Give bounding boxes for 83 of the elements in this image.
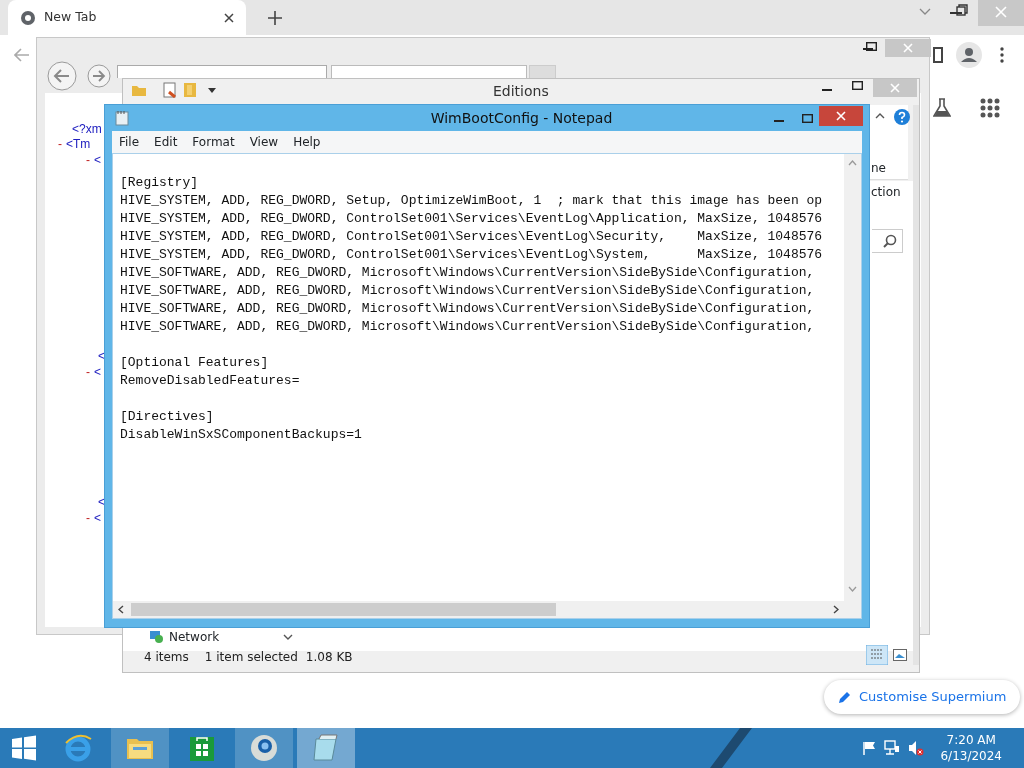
- scroll-left-icon[interactable]: [118, 605, 124, 614]
- text-line: HIVE_SYSTEM, ADD, REG_DWORD, ControlSet001\Services\EventLog\Application, MaxSize, 1048576: [120, 210, 824, 228]
- menu-item[interactable]: Format: [185, 133, 243, 151]
- scroll-right-icon[interactable]: [833, 605, 839, 614]
- properties-icon[interactable]: [163, 82, 177, 98]
- text-line: [Registry]: [120, 174, 199, 192]
- flag-icon[interactable]: [862, 741, 877, 755]
- maximize-icon[interactable]: [802, 113, 813, 123]
- xml-tag: <Tm: [66, 135, 91, 153]
- xml-tag: <: [98, 493, 105, 511]
- text-line: [Optional Features]: [120, 354, 270, 372]
- help-icon[interactable]: [894, 109, 910, 125]
- text-line: HIVE_SOFTWARE, ADD, REG_DWORD, Microsoft\Windows\CurrentVersion\SideBySide\Configuration,: [120, 264, 816, 282]
- menu-item[interactable]: View: [242, 133, 287, 151]
- ribbon-label[interactable]: ne: [871, 159, 901, 177]
- notepad-icon: [115, 110, 129, 126]
- text-line: [Directives]: [120, 408, 215, 426]
- thumbnails-view-icon[interactable]: [893, 649, 907, 661]
- search-icon: [883, 234, 897, 248]
- window-title: Editions: [493, 82, 549, 101]
- window-title: WimBootConfig - Notepad: [429, 108, 614, 128]
- text-line: HIVE_SYSTEM, ADD, REG_DWORD, Setup, OptimizeWimBoot, 1 ; mark that this image has been op: [120, 192, 824, 210]
- status-text: 1 item selected: [204, 649, 298, 666]
- xml-tag: <: [94, 151, 101, 169]
- status-text: 1.08 KB: [305, 649, 353, 666]
- restore-icon[interactable]: [956, 4, 968, 16]
- collapse-toggle[interactable]: -: [86, 509, 90, 527]
- new-tab-icon[interactable]: [268, 11, 282, 25]
- apps-grid-icon[interactable]: [980, 98, 1000, 118]
- taskbar-button[interactable]: [235, 728, 293, 768]
- clock-date[interactable]: 6/13/2024: [940, 748, 1002, 764]
- speaker-muted-icon[interactable]: [908, 740, 925, 756]
- close-icon[interactable]: [224, 12, 234, 23]
- text-line: HIVE_SOFTWARE, ADD, REG_DWORD, Microsoft\Windows\CurrentVersion\SideBySide\Configuration,: [120, 318, 816, 336]
- flask-icon[interactable]: [933, 98, 951, 118]
- browser-tab[interactable]: New Tab: [8, 0, 246, 35]
- tab-title: New Tab: [44, 8, 98, 27]
- address-field[interactable]: [117, 65, 327, 78]
- menu-item[interactable]: Edit: [147, 133, 186, 151]
- menu-icon[interactable]: [1000, 47, 1004, 63]
- browser-logo-icon: [20, 9, 36, 26]
- pencil-icon: [838, 690, 851, 704]
- scrollbar-thumb[interactable]: [131, 603, 556, 616]
- chevron-down-icon[interactable]: [919, 8, 931, 16]
- text-line: HIVE_SYSTEM, ADD, REG_DWORD, ControlSet001\Services\EventLog\Security, MaxSize, 1048576: [120, 228, 824, 246]
- maximize-icon[interactable]: [866, 42, 877, 51]
- extension-icon[interactable]: [933, 47, 943, 63]
- text-line: DisableWinSxSComponentBackups=1: [120, 426, 363, 444]
- xml-tag: <: [94, 509, 101, 527]
- nav-item[interactable]: Network: [169, 628, 220, 646]
- wallpaper-stripe-drawing: [710, 728, 752, 768]
- ribbon-label[interactable]: ction: [871, 183, 901, 201]
- text-line: HIVE_SYSTEM, ADD, REG_DWORD, ControlSet001\Services\EventLog\System, MaxSize, 1048576: [120, 246, 824, 264]
- xml-tag: <: [98, 347, 105, 365]
- menu-item[interactable]: File: [112, 133, 148, 151]
- profile-icon[interactable]: [956, 42, 982, 68]
- text-line: RemoveDisabledFeatures=: [120, 372, 301, 390]
- text-line: HIVE_SOFTWARE, ADD, REG_DWORD, Microsoft\Windows\CurrentVersion\SideBySide\Configuration,: [120, 282, 816, 300]
- clock-time[interactable]: 7:20 AM: [940, 732, 1002, 748]
- expand-caret-icon[interactable]: [283, 634, 294, 640]
- start-icon[interactable]: [11, 735, 37, 761]
- xml-tag: <?xm: [72, 120, 102, 138]
- taskbar-button[interactable]: [111, 728, 169, 768]
- back-arrow-icon[interactable]: [14, 48, 30, 62]
- scroll-up-icon[interactable]: [848, 160, 857, 166]
- status-text: 4 items: [144, 649, 189, 666]
- network-icon[interactable]: [884, 740, 901, 756]
- collapse-toggle[interactable]: -: [58, 135, 62, 153]
- search-field[interactable]: [872, 229, 903, 253]
- menu-item[interactable]: Help: [286, 133, 329, 151]
- back-button-icon[interactable]: [47, 61, 77, 91]
- collapse-caret-icon[interactable]: [875, 113, 885, 119]
- network-icon: [149, 630, 165, 644]
- maximize-icon[interactable]: [852, 81, 863, 90]
- collapse-toggle[interactable]: -: [86, 363, 90, 381]
- scroll-down-icon[interactable]: [848, 586, 857, 592]
- notepad-icon: [311, 733, 341, 763]
- xml-tag: <: [94, 363, 101, 381]
- text-line: HIVE_SOFTWARE, ADD, REG_DWORD, Microsoft\Windows\CurrentVersion\SideBySide\Configuration,: [120, 300, 816, 318]
- customise-button[interactable]: Customise Supermium: [824, 680, 1021, 714]
- scrollbar[interactable]: [913, 105, 919, 665]
- forward-button-icon[interactable]: [87, 64, 111, 88]
- collapse-toggle[interactable]: -: [86, 151, 90, 169]
